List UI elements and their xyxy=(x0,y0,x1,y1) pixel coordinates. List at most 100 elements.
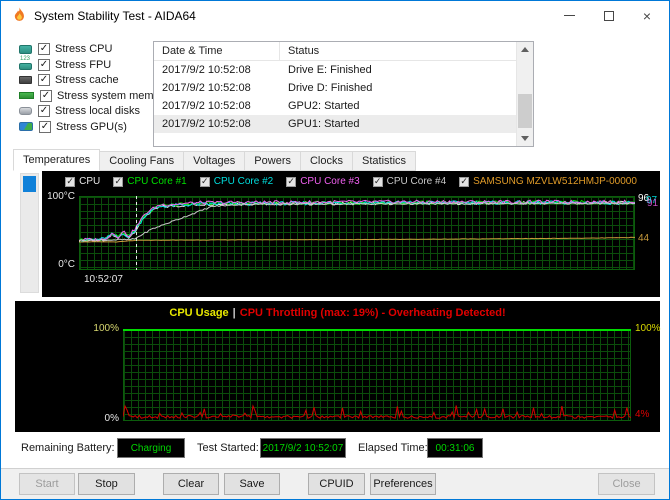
stress-disks-label: Stress local disks xyxy=(55,105,140,117)
stop-button[interactable]: Stop xyxy=(78,473,135,495)
cell-status: Drive D: Finished xyxy=(288,82,373,94)
cell-datetime: 2017/9/2 10:52:08 xyxy=(162,82,251,94)
maximize-icon xyxy=(604,10,614,21)
legend-item-cpu-core-3[interactable]: CPU Core #3 xyxy=(286,176,360,187)
stress-option-disks[interactable]: Stress local disks xyxy=(19,104,140,118)
preferences-button[interactable]: Preferences xyxy=(370,473,436,495)
close-icon: × xyxy=(642,7,652,24)
temp-y-min-label: 0°C xyxy=(58,259,75,270)
save-button[interactable]: Save xyxy=(224,473,280,495)
table-row[interactable]: 2017/9/2 10:52:08 Drive E: Finished xyxy=(154,61,516,79)
usage-y-min-left: 0% xyxy=(104,413,119,424)
stress-disks-checkbox[interactable] xyxy=(38,105,50,117)
start-button[interactable]: Start xyxy=(19,473,75,495)
minimize-button[interactable] xyxy=(549,1,589,30)
elapsed-time-value: 00:31:06 xyxy=(427,438,483,458)
usage-chart-title: CPU Usage | CPU Throttling (max: 19%) - Ov… xyxy=(15,307,660,319)
battery-label: Remaining Battery: xyxy=(21,442,115,454)
legend-label: SAMSUNG MZVLW512HMJP-00000 xyxy=(473,176,637,187)
scrollbar-thumb[interactable] xyxy=(518,94,532,129)
legend-checkbox[interactable] xyxy=(65,176,76,187)
legend-checkbox[interactable] xyxy=(372,176,383,187)
legend-item-cpu-core-4[interactable]: CPU Core #4 xyxy=(372,176,447,187)
tab-voltages[interactable]: Voltages xyxy=(183,151,246,171)
event-log-table: Date & Time Status 2017/9/2 10:52:08 Dri… xyxy=(153,41,534,147)
stress-cpu-checkbox[interactable] xyxy=(38,43,50,55)
usage-y-max-left: 100% xyxy=(93,323,119,334)
legend-item-cpu-core-1[interactable]: CPU Core #1 xyxy=(113,176,187,187)
stress-option-gpu[interactable]: Stress GPU(s) xyxy=(19,120,127,134)
legend-label: CPU Core #1 xyxy=(127,176,187,187)
legend-label: CPU Core #4 xyxy=(386,176,447,187)
legend-checkbox[interactable] xyxy=(459,176,470,187)
scroll-up-icon[interactable] xyxy=(521,47,529,52)
charts-scrollbar[interactable] xyxy=(20,173,39,293)
usage-title-text: CPU Usage xyxy=(169,307,229,319)
battery-value: Charging xyxy=(117,438,185,458)
cell-status: Drive E: Finished xyxy=(288,64,372,76)
stress-cpu-label: Stress CPU xyxy=(55,43,113,55)
stress-option-cpu[interactable]: Stress CPU xyxy=(19,42,112,56)
title-bar: System Stability Test - AIDA64 × xyxy=(1,1,669,31)
temp-current-value: 91 xyxy=(647,198,659,209)
charts-scrollbar-thumb[interactable] xyxy=(23,176,36,192)
stress-cache-checkbox[interactable] xyxy=(38,74,50,86)
window-title: System Stability Test - AIDA64 xyxy=(34,9,196,23)
temp-x-start-label: 10:52:07 xyxy=(84,274,123,285)
minimize-icon xyxy=(563,15,575,16)
maximize-button[interactable] xyxy=(589,1,629,30)
elapsed-time-label: Elapsed Time: xyxy=(358,442,428,454)
temp-y-max-label: 100°C xyxy=(47,191,75,202)
cpuid-button[interactable]: CPUID xyxy=(308,473,365,495)
stress-cache-label: Stress cache xyxy=(55,74,119,86)
close-dialog-button[interactable]: Close xyxy=(598,473,655,495)
cell-status: GPU2: Started xyxy=(288,100,360,112)
legend-checkbox[interactable] xyxy=(286,176,297,187)
tab-powers[interactable]: Powers xyxy=(244,151,301,171)
fpu-icon xyxy=(19,56,32,70)
test-start-marker xyxy=(136,196,137,270)
column-header-datetime[interactable]: Date & Time xyxy=(154,42,280,60)
tab-clocks[interactable]: Clocks xyxy=(299,151,353,171)
tab-cooling-fans[interactable]: Cooling Fans xyxy=(99,151,185,171)
cache-icon xyxy=(19,76,32,84)
column-header-status[interactable]: Status xyxy=(280,45,533,57)
close-button[interactable]: × xyxy=(627,1,667,30)
stress-gpu-label: Stress GPU(s) xyxy=(56,120,127,133)
cpu-usage-chart-panel: CPU Usage | CPU Throttling (max: 19%) - Ov… xyxy=(15,301,661,432)
usage-y-max-right: 100% xyxy=(635,323,661,334)
stress-option-cache[interactable]: Stress cache xyxy=(19,73,119,87)
temperature-legend: CPU CPU Core #1 CPU Core #2 CPU Core #3 … xyxy=(42,176,660,187)
legend-checkbox[interactable] xyxy=(113,176,124,187)
cell-datetime: 2017/9/2 10:52:08 xyxy=(162,118,251,130)
legend-item-ssd[interactable]: SAMSUNG MZVLW512HMJP-00000 xyxy=(459,176,637,187)
chart-tabs: Temperatures Cooling Fans Voltages Power… xyxy=(13,149,417,171)
scroll-down-icon[interactable] xyxy=(521,136,529,141)
usage-plot xyxy=(123,329,631,420)
cpu-icon xyxy=(19,44,32,54)
gpu-icon xyxy=(19,122,33,131)
stress-memory-checkbox[interactable] xyxy=(40,89,52,102)
clear-button[interactable]: Clear xyxy=(163,473,219,495)
stress-fpu-checkbox[interactable] xyxy=(38,58,50,71)
table-row[interactable]: 2017/9/2 10:52:08 Drive D: Finished xyxy=(154,79,516,97)
memory-icon xyxy=(19,92,34,99)
stress-gpu-checkbox[interactable] xyxy=(39,120,51,133)
legend-item-cpu-core-2[interactable]: CPU Core #2 xyxy=(199,176,273,187)
throttle-current-value: 4% xyxy=(635,409,650,420)
table-row[interactable]: 2017/9/2 10:52:08 GPU2: Started xyxy=(154,97,516,115)
tab-temperatures[interactable]: Temperatures xyxy=(13,149,101,171)
button-bar: Start Stop Clear Save CPUID Preferences … xyxy=(1,468,669,499)
stress-option-memory[interactable]: Stress system memory xyxy=(19,89,169,103)
cell-status: GPU1: Started xyxy=(288,118,360,130)
test-started-label: Test Started: xyxy=(197,442,259,454)
stress-option-fpu[interactable]: Stress FPU xyxy=(19,56,111,72)
legend-checkbox[interactable] xyxy=(199,176,210,187)
legend-label: CPU xyxy=(79,176,101,187)
table-row-selected[interactable]: 2017/9/2 10:52:08 GPU1: Started xyxy=(154,115,516,133)
tab-statistics[interactable]: Statistics xyxy=(352,151,417,171)
legend-item-cpu[interactable]: CPU xyxy=(65,176,100,187)
table-scrollbar[interactable] xyxy=(516,42,533,146)
temperature-plot xyxy=(79,199,635,243)
test-started-value: 2017/9/2 10:52:07 xyxy=(260,438,346,458)
